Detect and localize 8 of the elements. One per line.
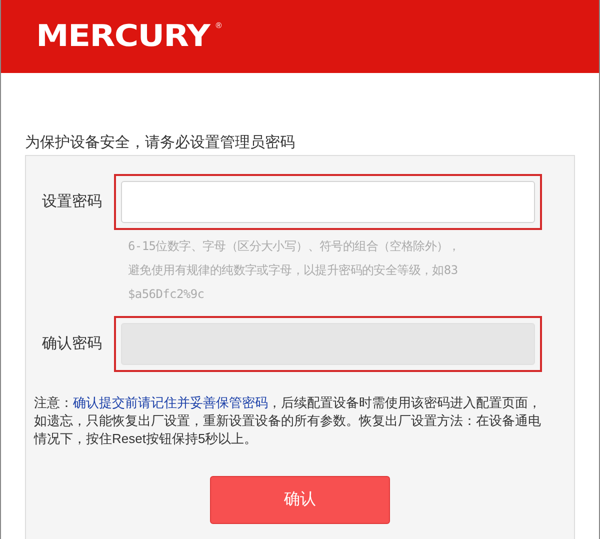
- logo: MERCURY ®: [36, 22, 222, 52]
- intro-text: 为保护设备安全，请务必设置管理员密码: [25, 133, 296, 153]
- hint-text: 6-15位数字、字母（区分大小写）、符号的组合（空格除外）， 避免使用有规律的纯数字或字母，以提升密码的安全等级，如83 $a56Dfc2%9c: [128, 238, 461, 303]
- password-field[interactable]: [121, 181, 535, 223]
- confirm-button[interactable]: 确认: [210, 476, 390, 524]
- notice-text: 注意：确认提交前请记住并妥善保管密码，后续配置设备时需使用该密码进入配置页面，如遗忘，只能恢复出厂设置，重新设置设备的所有参数。恢复出厂设置方法：在设备通电情况下，按住Reset按钮保持5秒以上。: [34, 394, 542, 448]
- field-label: 设置密码: [42, 192, 103, 212]
- field-label: 确认密码: [42, 334, 103, 354]
